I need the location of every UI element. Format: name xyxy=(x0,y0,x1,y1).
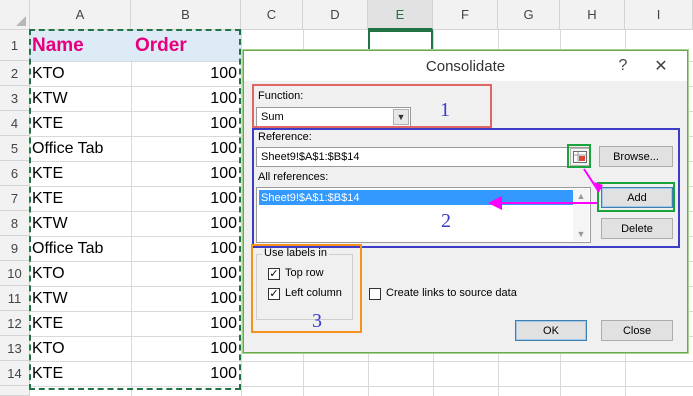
row-header[interactable]: 11 xyxy=(0,286,30,311)
row-header[interactable]: 1 xyxy=(0,30,30,61)
cell-order[interactable]: 100 xyxy=(133,286,237,311)
row-header[interactable]: 5 xyxy=(0,136,30,161)
cell-order[interactable]: 100 xyxy=(133,161,237,186)
cell-name[interactable]: Office Tab xyxy=(32,136,103,161)
step3-number: 3 xyxy=(312,310,322,332)
dialog-title: Consolidate xyxy=(425,57,506,75)
top-row-label[interactable]: Top row xyxy=(285,267,324,279)
column-header-c[interactable]: C xyxy=(241,0,303,30)
cell-name[interactable]: KTO xyxy=(32,261,65,286)
cell-order[interactable]: 100 xyxy=(133,86,237,111)
range-select-icon xyxy=(573,151,587,163)
cell-b1[interactable]: Order xyxy=(135,30,187,61)
cell-order[interactable]: 100 xyxy=(133,136,237,161)
cell-name[interactable]: KTE xyxy=(32,186,63,211)
row-header xyxy=(0,386,30,396)
cell-name[interactable]: KTE xyxy=(32,361,63,386)
cell-order[interactable]: 100 xyxy=(133,361,237,386)
reference-value: Sheet9!$A$1:$B$14 xyxy=(261,151,360,163)
row-header[interactable]: 10 xyxy=(0,261,30,286)
cell-order[interactable]: 100 xyxy=(133,311,237,336)
create-links-checkbox[interactable] xyxy=(369,288,381,300)
cell-name[interactable]: KTE xyxy=(32,161,63,186)
row-header[interactable]: 6 xyxy=(0,161,30,186)
active-cell-e1[interactable] xyxy=(368,30,433,51)
step2-number: 2 xyxy=(441,210,451,232)
row-header[interactable]: 9 xyxy=(0,236,30,261)
cell-name[interactable]: KTW xyxy=(32,286,68,311)
cell-name[interactable]: KTE xyxy=(32,111,63,136)
help-icon[interactable]: ? xyxy=(612,55,634,77)
row-header[interactable]: 2 xyxy=(0,61,30,86)
row-header[interactable]: 13 xyxy=(0,336,30,361)
cell-name[interactable]: KTO xyxy=(32,336,65,361)
create-links-label[interactable]: Create links to source data xyxy=(386,287,517,299)
all-references-label: All references: xyxy=(258,171,329,183)
top-row-checkbox[interactable]: ✓ xyxy=(268,268,280,280)
list-item[interactable]: Sheet9!$A$1:$B$14 xyxy=(259,190,573,205)
function-select[interactable]: Sum ▼ xyxy=(256,107,411,127)
cell-name[interactable]: Office Tab xyxy=(32,236,103,261)
cell-order[interactable]: 100 xyxy=(133,186,237,211)
row-header[interactable]: 12 xyxy=(0,311,30,336)
close-icon[interactable]: ✕ xyxy=(650,55,672,77)
consolidate-dialog: Consolidate ? ✕ Function: Sum ▼ Referenc… xyxy=(243,50,688,353)
reference-label: Reference: xyxy=(258,131,312,143)
column-header-d[interactable]: D xyxy=(303,0,368,30)
row-header[interactable]: 7 xyxy=(0,186,30,211)
list-scrollbar[interactable]: ▲ ▼ xyxy=(573,189,589,241)
all-references-list[interactable]: Sheet9!$A$1:$B$14 ▲ ▼ xyxy=(256,187,591,243)
row-header[interactable]: 3 xyxy=(0,86,30,111)
column-header-a[interactable]: A xyxy=(30,0,131,30)
column-header-g[interactable]: G xyxy=(498,0,560,30)
add-button[interactable]: Add xyxy=(601,187,673,208)
ok-button[interactable]: OK xyxy=(515,320,587,341)
column-header-f[interactable]: F xyxy=(433,0,498,30)
left-column-label[interactable]: Left column xyxy=(285,287,342,299)
scroll-up-icon[interactable]: ▲ xyxy=(573,189,589,203)
select-all-corner[interactable] xyxy=(0,0,30,30)
column-header-b[interactable]: B xyxy=(131,0,241,30)
left-column-checkbox[interactable]: ✓ xyxy=(268,288,280,300)
collapse-dialog-button[interactable] xyxy=(570,148,590,166)
column-header-e[interactable]: E xyxy=(368,0,433,30)
cell-name[interactable]: KTW xyxy=(32,211,68,236)
cell-order[interactable]: 100 xyxy=(133,261,237,286)
browse-button[interactable]: Browse... xyxy=(599,146,673,167)
cell-order[interactable]: 100 xyxy=(133,211,237,236)
function-value: Sum xyxy=(261,111,284,123)
column-header-h[interactable]: H xyxy=(560,0,625,30)
step1-number: 1 xyxy=(440,99,450,121)
row-header[interactable]: 4 xyxy=(0,111,30,136)
cell-order[interactable]: 100 xyxy=(133,336,237,361)
cell-name[interactable]: KTO xyxy=(32,61,65,86)
cell-name[interactable]: KTW xyxy=(32,86,68,111)
close-button[interactable]: Close xyxy=(601,320,673,341)
cell-order[interactable]: 100 xyxy=(133,61,237,86)
scroll-down-icon[interactable]: ▼ xyxy=(573,227,589,241)
cell-order[interactable]: 100 xyxy=(133,111,237,136)
reference-input[interactable]: Sheet9!$A$1:$B$14 xyxy=(256,147,591,167)
column-header-i[interactable]: I xyxy=(625,0,693,30)
cell-order[interactable]: 100 xyxy=(133,236,237,261)
chevron-down-icon[interactable]: ▼ xyxy=(393,109,409,125)
row-header[interactable]: 8 xyxy=(0,211,30,236)
function-label: Function: xyxy=(258,90,304,102)
cell-name[interactable]: KTE xyxy=(32,311,63,336)
use-labels-label: Use labels in xyxy=(262,247,329,259)
row-header[interactable]: 14 xyxy=(0,361,30,386)
cell-a1[interactable]: Name xyxy=(32,30,84,61)
delete-button[interactable]: Delete xyxy=(601,218,673,239)
